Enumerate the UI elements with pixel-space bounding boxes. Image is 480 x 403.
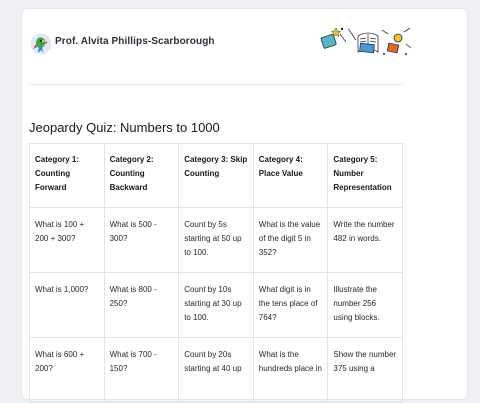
table-row: What is 1,000? What is 800 - 250? Count … xyxy=(29,272,403,338)
parrot-icon xyxy=(30,33,52,55)
table-cell: What digit is in the tens place of 764? xyxy=(252,272,329,338)
table-cell: Write the number 482 in words. xyxy=(327,207,403,273)
table-cell: What is 700 - 150? xyxy=(103,337,180,403)
quiz-table: Category 1: Counting Forward Category 2:… xyxy=(29,143,403,403)
table-cell: What is 100 + 200 + 300? xyxy=(29,207,105,273)
table-cell: Count by 10s starting at 30 up to 100. xyxy=(178,272,254,338)
table-row: What is 600 + 200? What is 700 - 150? Co… xyxy=(29,337,403,403)
header-cell: Category 1: Counting Forward xyxy=(29,143,105,208)
header-cell: Category 5: Number Representation xyxy=(327,143,403,208)
table-cell: What is 1,000? xyxy=(29,272,105,338)
table-cell: Show the number 375 using a xyxy=(327,337,403,403)
table-header-row: Category 1: Counting Forward Category 2:… xyxy=(29,143,403,208)
table-cell: What is 800 - 250? xyxy=(103,272,180,338)
table-cell: What is 600 + 200? xyxy=(29,337,105,403)
table-cell: What is the value of the digit 5 in 352? xyxy=(252,207,329,273)
header-divider xyxy=(29,84,403,85)
table-cell: What is 500 - 300? xyxy=(103,207,180,273)
quiz-title: Jeopardy Quiz: Numbers to 1000 xyxy=(29,120,220,135)
table-cell: Count by 20s starting at 40 up xyxy=(178,337,254,403)
header-cell: Category 2: Counting Backward xyxy=(103,143,180,208)
table-row: What is 100 + 200 + 300? What is 500 - 3… xyxy=(29,207,403,273)
school-supplies-doodle-icon xyxy=(320,27,412,55)
header-cell: Category 4: Place Value xyxy=(252,143,329,208)
author-header: Prof. Alvita Phillips-Scarborough xyxy=(30,27,412,69)
header-cell: Category 3: Skip Counting xyxy=(178,143,254,208)
table-cell: Count by 5s starting at 50 up to 100. xyxy=(178,207,254,273)
author-name: Prof. Alvita Phillips-Scarborough xyxy=(55,36,215,47)
table-cell: Illustrate the number 256 using blocks. xyxy=(327,272,403,338)
table-cell: What is the hundreds place in xyxy=(252,337,329,403)
